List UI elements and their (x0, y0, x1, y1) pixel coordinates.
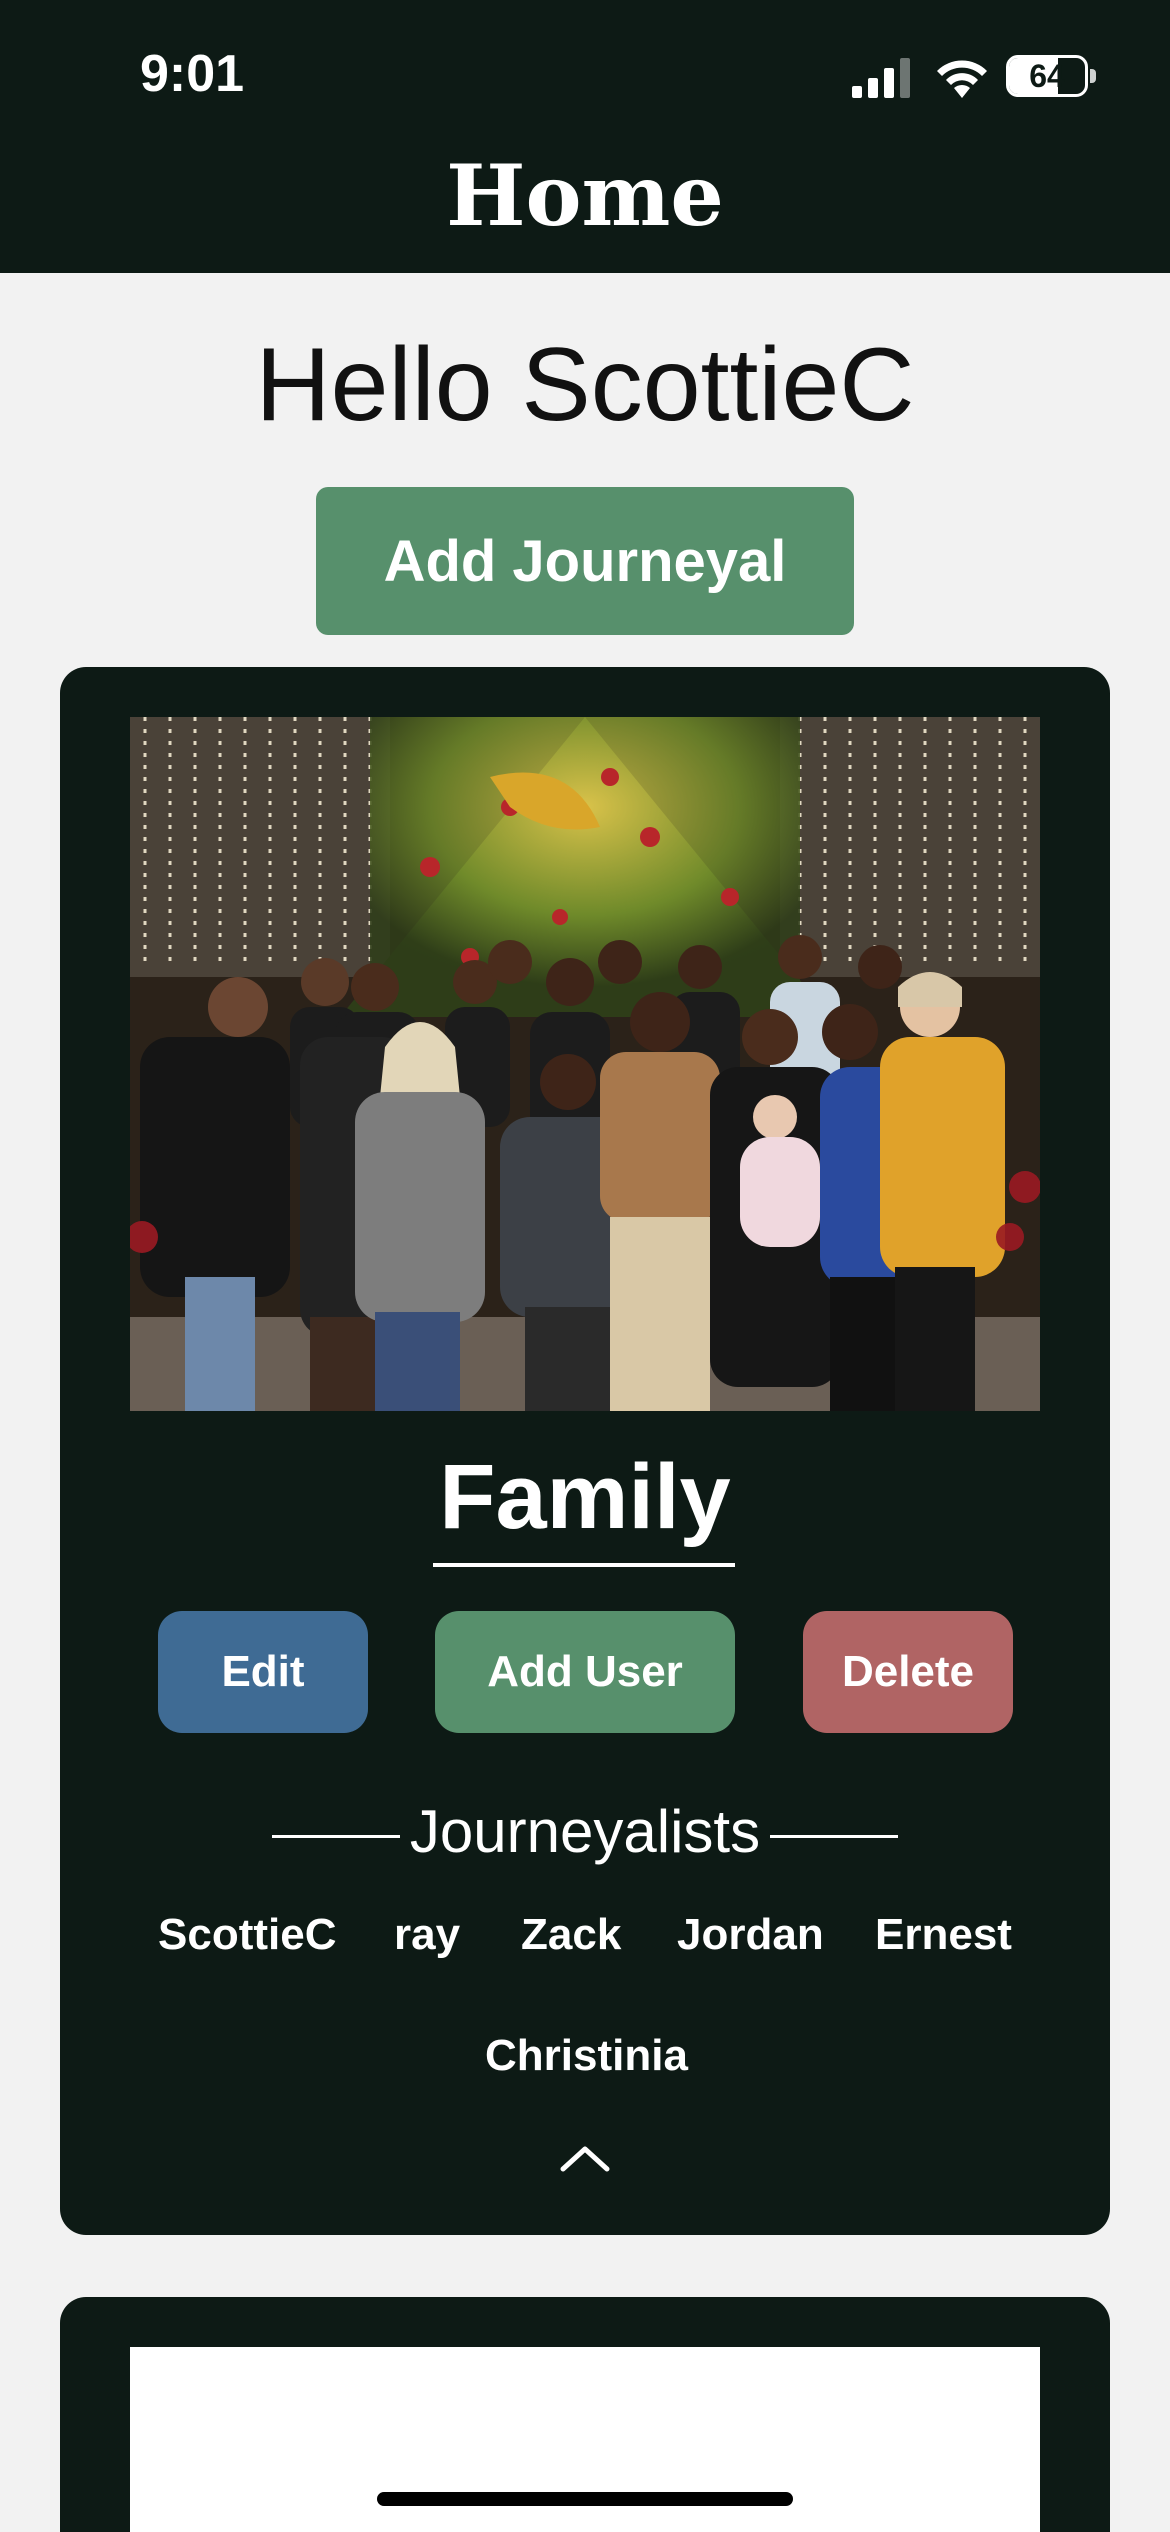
divider-left (271, 1834, 400, 1838)
nav-bar: Home (0, 150, 1170, 273)
status-time: 9:01 (140, 45, 245, 103)
title-underline (433, 1563, 735, 1567)
member-name[interactable]: ray (394, 1909, 460, 1961)
member-name[interactable]: Jordan (677, 1909, 824, 1961)
member-name[interactable]: Christinia (485, 2030, 688, 2082)
battery-nub (1090, 69, 1096, 83)
journeyal-card[interactable]: Family Edit Add User Delete Journeyalist… (60, 667, 1110, 2235)
member-name[interactable]: Ernest (875, 1909, 1012, 1961)
edit-button[interactable]: Edit (158, 1611, 368, 1733)
family-photo-illustration (130, 717, 1040, 1411)
wifi-icon (937, 60, 987, 98)
status-bar: 9:01 64 (0, 0, 1170, 150)
home-indicator (377, 2492, 793, 2506)
journeyalists-label: Journeyalists (409, 1798, 761, 1865)
battery-level: 64 (1029, 57, 1065, 94)
add-journeyal-button[interactable]: Add Journeyal (316, 487, 854, 635)
journeyal-title: Family (439, 1446, 731, 1548)
add-user-button[interactable]: Add User (435, 1611, 735, 1733)
signal-icon (852, 58, 910, 98)
battery-icon: 64 (1006, 55, 1088, 97)
member-name[interactable]: ScottieC (158, 1909, 336, 1961)
journeyal-photo[interactable] (130, 717, 1040, 1411)
member-name[interactable]: Zack (521, 1909, 621, 1961)
chevron-up-icon[interactable] (555, 2137, 615, 2177)
delete-button[interactable]: Delete (803, 1611, 1013, 1733)
page-title: Home (446, 146, 724, 245)
divider-right (770, 1834, 899, 1838)
journeyalists-heading: Journeyalists (60, 1797, 1110, 1867)
greeting-text: Hello ScottieC (255, 327, 915, 443)
